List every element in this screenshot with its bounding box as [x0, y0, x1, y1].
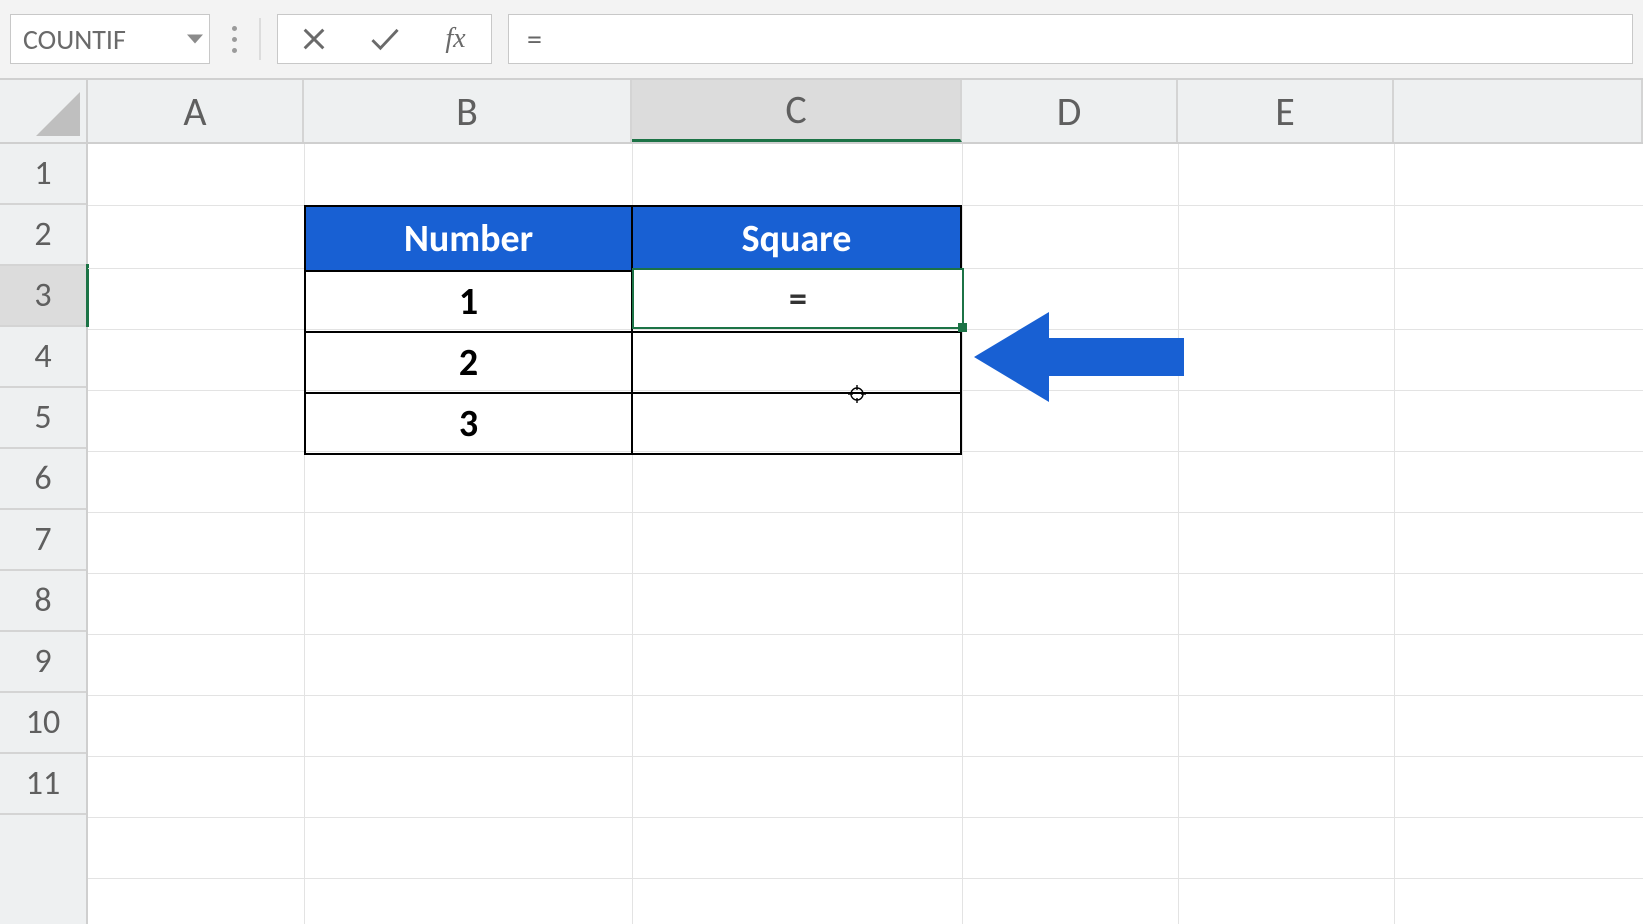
select-all-corner[interactable] — [0, 80, 88, 144]
name-box-value: COUNTIF — [23, 22, 126, 57]
insert-function-icon[interactable]: fx — [426, 15, 486, 63]
cell-C5[interactable] — [633, 394, 960, 453]
cell-B5[interactable]: 3 — [306, 394, 633, 453]
formula-controls: fx — [277, 14, 492, 64]
row-header-8[interactable]: 8 — [0, 571, 86, 632]
col-header-blank[interactable] — [1394, 80, 1643, 142]
row-header-3[interactable]: 3 — [0, 266, 86, 327]
enter-icon[interactable] — [355, 15, 415, 63]
table-header-row: Number Square — [306, 207, 960, 270]
column-headers: A B C D E — [88, 80, 1643, 144]
active-cell-C3[interactable]: = — [632, 268, 964, 329]
chevron-down-icon[interactable] — [187, 35, 203, 44]
cancel-icon[interactable] — [284, 15, 344, 63]
col-header-A[interactable]: A — [88, 80, 304, 142]
cell-B4[interactable]: 2 — [306, 333, 633, 392]
split-handle[interactable] — [226, 26, 243, 53]
table-row: 2 — [306, 331, 960, 392]
row-header-7[interactable]: 7 — [0, 510, 86, 571]
table-row: 3 — [306, 392, 960, 453]
row-header-11[interactable]: 11 — [0, 754, 86, 815]
header-number[interactable]: Number — [306, 207, 633, 270]
row-header-9[interactable]: 9 — [0, 632, 86, 693]
name-box[interactable]: COUNTIF — [10, 14, 210, 64]
row-header-4[interactable]: 4 — [0, 327, 86, 388]
row-header-5[interactable]: 5 — [0, 388, 86, 449]
col-header-D[interactable]: D — [962, 80, 1178, 142]
formula-bar: COUNTIF fx = — [0, 0, 1643, 80]
formula-value: = — [527, 21, 542, 58]
header-square[interactable]: Square — [633, 207, 960, 270]
cell-C4[interactable] — [633, 333, 960, 392]
row-header-10[interactable]: 10 — [0, 693, 86, 754]
arrow-annotation-icon — [974, 312, 1184, 407]
row-header-2[interactable]: 2 — [0, 205, 86, 266]
col-header-C[interactable]: C — [632, 80, 962, 142]
row-headers: 1 2 3 4 5 6 7 8 9 10 11 — [0, 144, 88, 924]
active-cell-value: = — [789, 277, 807, 321]
fill-handle[interactable] — [958, 323, 967, 332]
row-header-1[interactable]: 1 — [0, 144, 86, 205]
col-header-E[interactable]: E — [1178, 80, 1394, 142]
formula-input[interactable]: = — [508, 14, 1633, 64]
spreadsheet-grid: A B C D E 1 2 3 4 5 6 7 8 9 10 11 — [0, 80, 1643, 924]
col-header-B[interactable]: B — [304, 80, 632, 142]
cells-canvas[interactable]: Number Square 1 2 3 = — [88, 144, 1643, 924]
data-table: Number Square 1 2 3 — [304, 205, 962, 455]
cell-B3[interactable]: 1 — [306, 272, 633, 331]
divider — [259, 18, 261, 60]
row-header-6[interactable]: 6 — [0, 449, 86, 510]
